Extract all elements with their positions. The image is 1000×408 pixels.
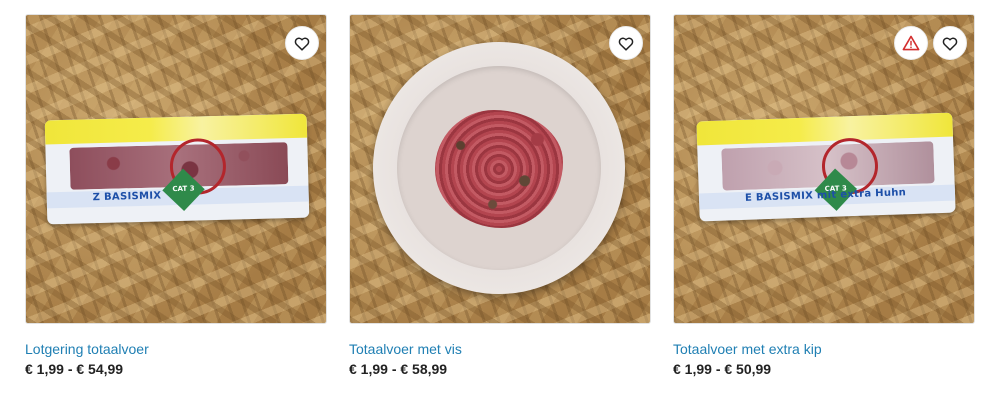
- favorite-button[interactable]: [285, 26, 319, 60]
- product-image[interactable]: CAT 3 Z BASISMIX: [25, 14, 327, 324]
- product-price: € 1,99 - € 58,99: [349, 361, 448, 377]
- warning-button[interactable]: [894, 26, 928, 60]
- product-title-link[interactable]: Totaalvoer met vis: [349, 341, 462, 357]
- minced-meat: [435, 110, 563, 228]
- favorite-button[interactable]: [933, 26, 967, 60]
- heart-outline-icon: [618, 37, 634, 51]
- favorite-button[interactable]: [609, 26, 643, 60]
- warning-triangle-icon: [902, 35, 920, 51]
- product-card[interactable]: CAT 3 Z BASISMIX Lotgering totaalvoer € …: [25, 14, 327, 377]
- product-card[interactable]: Totaalvoer met vis € 1,99 - € 58,99: [349, 14, 651, 377]
- product-package: CAT 3 E BASISMIX mit extra Huhn: [696, 112, 956, 222]
- product-card[interactable]: CAT 3 E BASISMIX mit extra Huhn Totaalvo…: [673, 14, 975, 377]
- heart-outline-icon: [294, 37, 310, 51]
- product-image[interactable]: [349, 14, 651, 324]
- heart-outline-icon: [942, 37, 958, 51]
- product-price: € 1,99 - € 54,99: [25, 361, 124, 377]
- food-bowl: [373, 42, 625, 294]
- product-image[interactable]: CAT 3 E BASISMIX mit extra Huhn: [673, 14, 975, 324]
- product-price: € 1,99 - € 50,99: [673, 361, 772, 377]
- product-title-link[interactable]: Totaalvoer met extra kip: [673, 341, 822, 357]
- package-label: Z BASISMIX: [92, 190, 162, 204]
- product-title-link[interactable]: Lotgering totaalvoer: [25, 341, 149, 357]
- product-package: CAT 3 Z BASISMIX: [44, 113, 310, 225]
